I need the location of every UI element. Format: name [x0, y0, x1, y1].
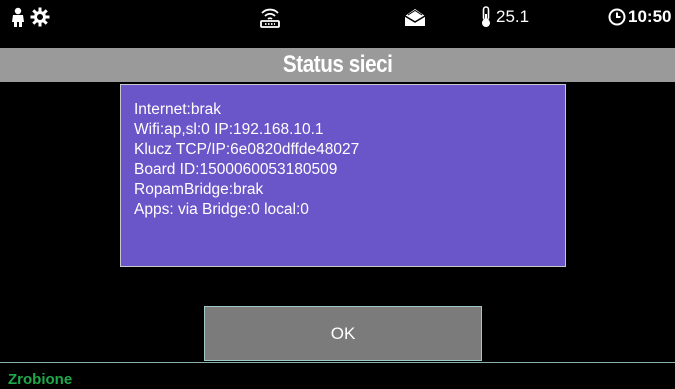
mail-icon[interactable]: [404, 0, 426, 34]
temperature-readout: 25.1: [496, 7, 530, 26]
info-tcp-key: Klucz TCP/IP:6e0820dffde48027: [134, 141, 360, 158]
network-status-panel: Internet:brak Wifi:ap,sl:0 IP:192.168.10…: [120, 84, 566, 267]
clock-icon: [608, 0, 626, 34]
info-wifi: Wifi:ap,sl:0 IP:192.168.10.1: [134, 121, 324, 138]
info-apps: Apps: via Bridge:0 local:0: [134, 201, 309, 218]
status-bar: 25.1 10:50: [0, 0, 675, 34]
info-ropam-bridge: RopamBridge:brak: [134, 181, 264, 198]
thermometer-icon: [480, 0, 492, 34]
ok-button[interactable]: OK: [204, 306, 482, 361]
info-internet: Internet:brak: [134, 101, 222, 118]
gear-icon[interactable]: [30, 0, 50, 34]
network-info-list: Internet:brak Wifi:ap,sl:0 IP:192.168.10…: [134, 100, 359, 220]
info-board-id: Board ID:1500060053180509: [134, 161, 338, 178]
clock-time: 10:50: [628, 7, 672, 26]
status-message: Zrobione: [8, 371, 73, 388]
footer-divider: [0, 362, 675, 363]
title-bar: Status sieci: [0, 48, 675, 82]
person-icon[interactable]: [10, 0, 26, 34]
page-title: Status sieci: [282, 51, 393, 78]
wifi-router-icon[interactable]: [258, 0, 282, 34]
